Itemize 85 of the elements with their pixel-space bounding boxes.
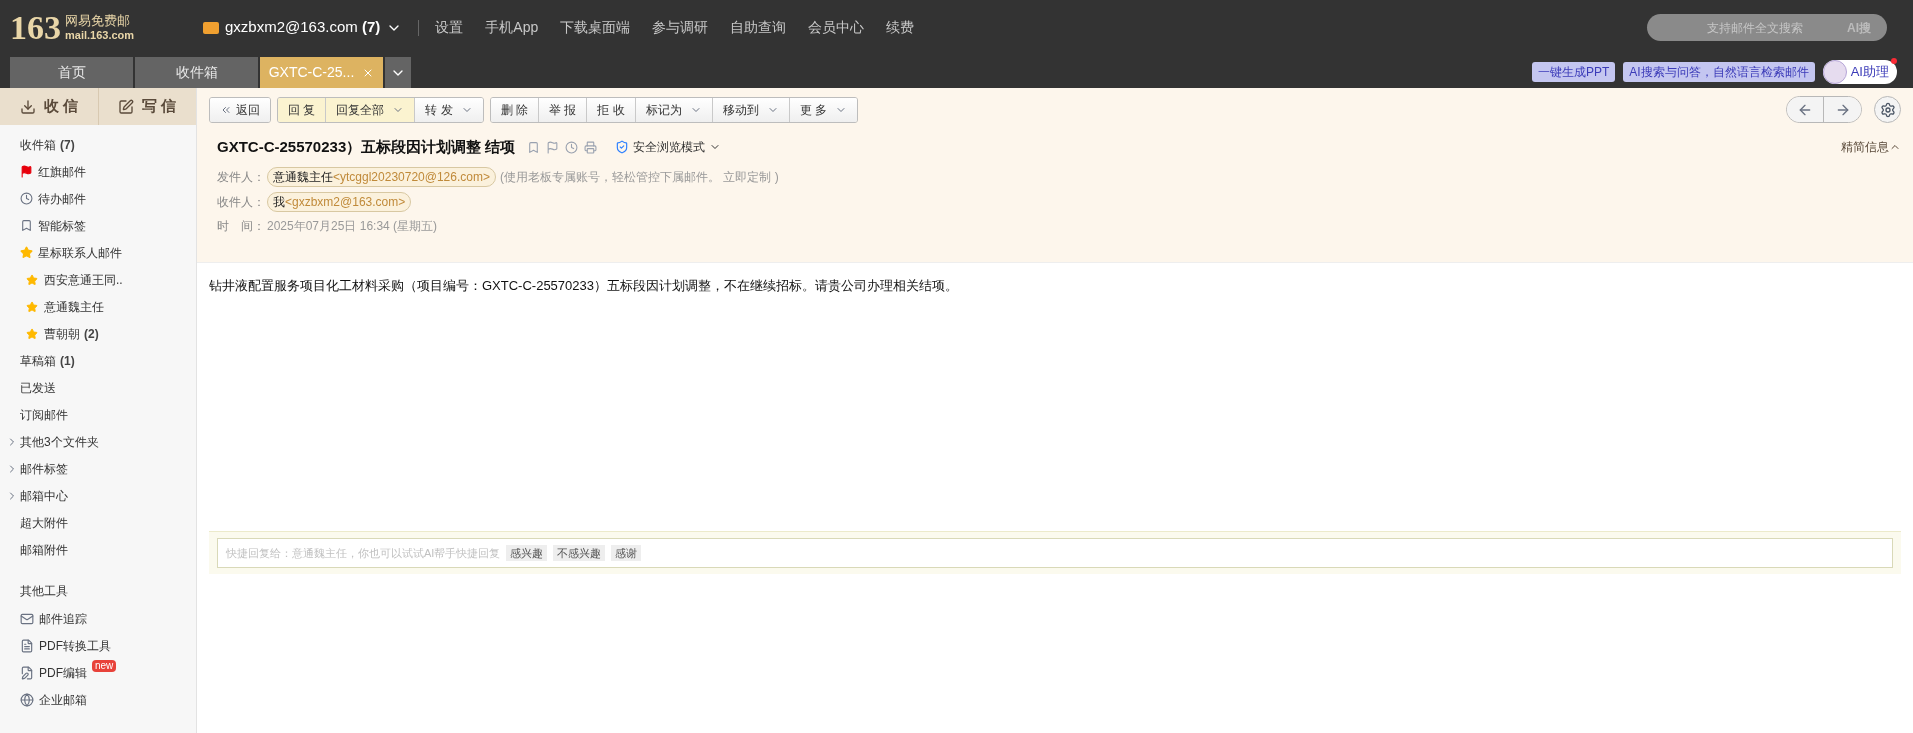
toolbar-button[interactable]: 转 发 (415, 97, 483, 122)
folder-item[interactable]: 红旗邮件 (0, 158, 196, 185)
mail-time: 2025年07月25日 16:34 (星期五) (267, 217, 438, 235)
toolbar-button[interactable]: 回复全部 (326, 97, 416, 122)
folder-item[interactable]: 邮箱附件 (0, 536, 196, 563)
tab[interactable]: 收件箱 (135, 57, 258, 88)
bookmark-icon[interactable] (527, 140, 541, 154)
generate-ppt-button[interactable]: 一键生成PPT (1532, 62, 1616, 82)
folder-item[interactable]: 已发送 (0, 374, 196, 401)
sender-chip[interactable]: 意通魏主任<ytcggl20230720@126.com> (267, 166, 496, 187)
star-icon (26, 300, 38, 313)
reply-chip[interactable]: 感谢 (611, 544, 642, 562)
previous-button[interactable] (1787, 97, 1824, 122)
folder-item[interactable]: 曹朝朝 (2) (0, 320, 196, 347)
toolbar-button[interactable]: 拒 收 (587, 97, 636, 122)
top-link[interactable]: 会员中心 (808, 17, 865, 38)
top-link[interactable]: 续费 (886, 17, 915, 38)
ai-search-button[interactable]: AI搜索与问答，自然语言检索邮件 (1623, 62, 1815, 82)
tool-link[interactable]: 企业邮箱 (39, 690, 87, 709)
shield-icon (615, 140, 630, 155)
receive-button[interactable]: 收 信 (0, 88, 99, 125)
sender-note: (使用老板专属账号，轻松管控下属邮件。 立即定制 ) (499, 168, 779, 186)
document-edit-icon (20, 665, 34, 680)
settings-button[interactable] (1874, 96, 1901, 123)
tool-link[interactable]: 邮件追踪 (39, 609, 87, 628)
folder-item[interactable]: 收件箱 (7) (0, 131, 196, 158)
clock-icon[interactable] (565, 140, 579, 154)
folder-item[interactable]: 意通魏主任 (0, 293, 196, 320)
field-label: 发件人： (217, 168, 265, 186)
field-label: 时 间： (217, 217, 265, 235)
reply-chip[interactable]: 不感兴趣 (553, 544, 606, 562)
folder-item[interactable]: 智能标签 (0, 212, 196, 239)
tool-link[interactable]: PDF转换工具 (39, 636, 111, 655)
folder-item[interactable]: 草稿箱 (1) (0, 347, 196, 374)
folder-item[interactable]: 西安意通王同.. (0, 266, 196, 293)
pen-icon (118, 98, 135, 115)
top-link[interactable]: 参与调研 (652, 17, 709, 38)
compose-button[interactable]: 写 信 (98, 88, 196, 125)
print-icon[interactable] (584, 140, 598, 154)
folder-item[interactable]: 星标联系人邮件 (0, 239, 196, 266)
clock-icon (20, 192, 33, 205)
download-icon (19, 98, 36, 115)
toolbar-button[interactable]: 移动到 (712, 97, 790, 122)
toolbar-button[interactable]: 删 除 (490, 97, 540, 122)
mail-body: 钻井液配置服务项目化工材料采购（项目编号：GXTC-C-25570233）五标段因计划调整，不在继续招标。请贵公司办理相关结项。 (208, 277, 959, 295)
folder-item[interactable]: 其他3个文件夹 (0, 428, 196, 455)
star-icon (20, 246, 33, 259)
folder-item[interactable]: 超大附件 (0, 509, 196, 536)
top-link[interactable]: 手机App (485, 17, 539, 38)
folder-item[interactable]: 邮件标签 (0, 455, 196, 482)
field-label: 收件人： (217, 193, 265, 211)
recipient-chip[interactable]: 我<gxzbxm2@163.com> (267, 191, 412, 212)
settings-icon (1879, 101, 1896, 118)
toolbar-button[interactable]: 更 多 (789, 97, 858, 122)
flag-icon (20, 165, 33, 178)
mail-subject: GXTC-C-25570233）五标段因计划调整 结项 (217, 137, 516, 157)
tool-link[interactable]: PDF编辑 (39, 663, 87, 682)
folder-item[interactable]: 邮箱中心 (0, 482, 196, 509)
folder-item[interactable]: 订阅邮件 (0, 401, 196, 428)
reply-chip[interactable]: 感兴趣 (506, 544, 548, 562)
star-icon (26, 327, 38, 340)
top-link[interactable]: 自助查询 (730, 17, 787, 38)
tab[interactable]: 首页 (10, 57, 133, 88)
toolbar-button[interactable]: 举 报 (539, 97, 588, 122)
ai-assistant-button[interactable]: AI助理 (1822, 60, 1897, 84)
new-badge: new (92, 660, 117, 672)
tabs-dropdown[interactable] (385, 57, 411, 88)
mail-icon (20, 611, 34, 626)
avatar-icon (1822, 60, 1847, 84)
account-menu[interactable]: gxzbxm2@163.com (7) (203, 16, 403, 39)
flag-icon[interactable] (546, 140, 560, 154)
star-icon (26, 273, 38, 286)
folder-item[interactable]: 待办邮件 (0, 185, 196, 212)
safe-mode-menu[interactable]: 安全浏览模式 (615, 138, 722, 157)
top-link[interactable]: 设置 (435, 17, 464, 38)
toolbar-button[interactable]: 回 复 (278, 97, 327, 122)
summary-toggle[interactable]: 精简信息 (1841, 138, 1901, 157)
document-icon (20, 638, 34, 653)
globe-icon (20, 692, 34, 707)
next-button[interactable] (1824, 97, 1861, 122)
toolbar-button[interactable]: 标记为 (635, 97, 713, 122)
section-title: 其他工具 (20, 583, 69, 600)
back-button[interactable]: 返回 (210, 97, 270, 122)
bookmark-icon (20, 219, 33, 232)
top-link[interactable]: 下载桌面端 (560, 17, 631, 38)
